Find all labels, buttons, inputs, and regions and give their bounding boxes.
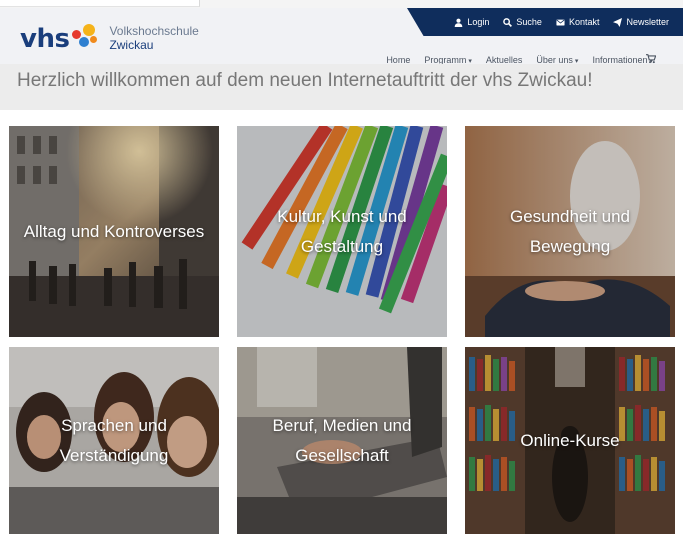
tile-beruf-medien-und-gesellschaft[interactable]: Beruf, Medien und Gesellschaft <box>237 347 447 534</box>
logo-line-1: Volkshochschule <box>109 24 199 39</box>
tile-label: Alltag und Kontroverses <box>23 221 205 241</box>
user-icon <box>455 18 463 27</box>
browser-top-strip <box>0 0 683 8</box>
welcome-title: Herzlich willkommen auf dem neuen Intern… <box>17 70 593 91</box>
logo-dots-icon <box>71 22 101 52</box>
browser-tab <box>0 0 200 7</box>
contact-link[interactable]: Kontakt <box>556 17 600 27</box>
welcome-banner: Herzlich willkommen auf dem neuen Intern… <box>0 64 683 110</box>
logo-wordmark: vhs <box>20 24 70 54</box>
tile-sprachen-und-verstaendigung[interactable]: Sprachen und Verständigung <box>9 347 219 534</box>
shopping-cart-icon[interactable] <box>646 54 656 64</box>
newsletter-link[interactable]: Newsletter <box>613 17 669 27</box>
paper-plane-icon <box>613 17 623 27</box>
tile-label: Beruf, Medien und Gesellschaft <box>272 415 412 465</box>
tile-label: Kultur, Kunst und Gestaltung <box>277 206 407 256</box>
login-label: Login <box>467 17 490 27</box>
tile-label: Gesundheit und Bewegung <box>509 206 631 256</box>
vhs-logo[interactable]: vhs Volkshochschule Zwickau <box>20 22 199 56</box>
tile-gesundheit-und-bewegung[interactable]: Gesundheit und Bewegung <box>465 126 675 337</box>
logo-text: Volkshochschule Zwickau <box>109 24 199 53</box>
envelope-icon <box>556 19 565 26</box>
tile-online-kurse[interactable]: Online-Kurse <box>465 347 675 534</box>
logo-line-2: Zwickau <box>109 38 154 52</box>
search-label: Suche <box>516 17 542 27</box>
login-link[interactable]: Login <box>454 17 489 27</box>
search-icon <box>503 17 513 27</box>
search-link[interactable]: Suche <box>503 17 542 27</box>
newsletter-label: Newsletter <box>626 17 669 27</box>
contact-label: Kontakt <box>568 17 600 27</box>
tile-label: Sprachen und Verständigung <box>59 415 169 465</box>
utility-bar: Login Suche Kontakt Newsletter <box>407 8 683 36</box>
tile-kultur-kunst-und-gestaltung[interactable]: Kultur, Kunst und Gestaltung <box>237 126 447 337</box>
tile-label: Online-Kurse <box>520 430 620 450</box>
tile-alltag-und-kontroverses[interactable]: Alltag und Kontroverses <box>9 126 219 337</box>
